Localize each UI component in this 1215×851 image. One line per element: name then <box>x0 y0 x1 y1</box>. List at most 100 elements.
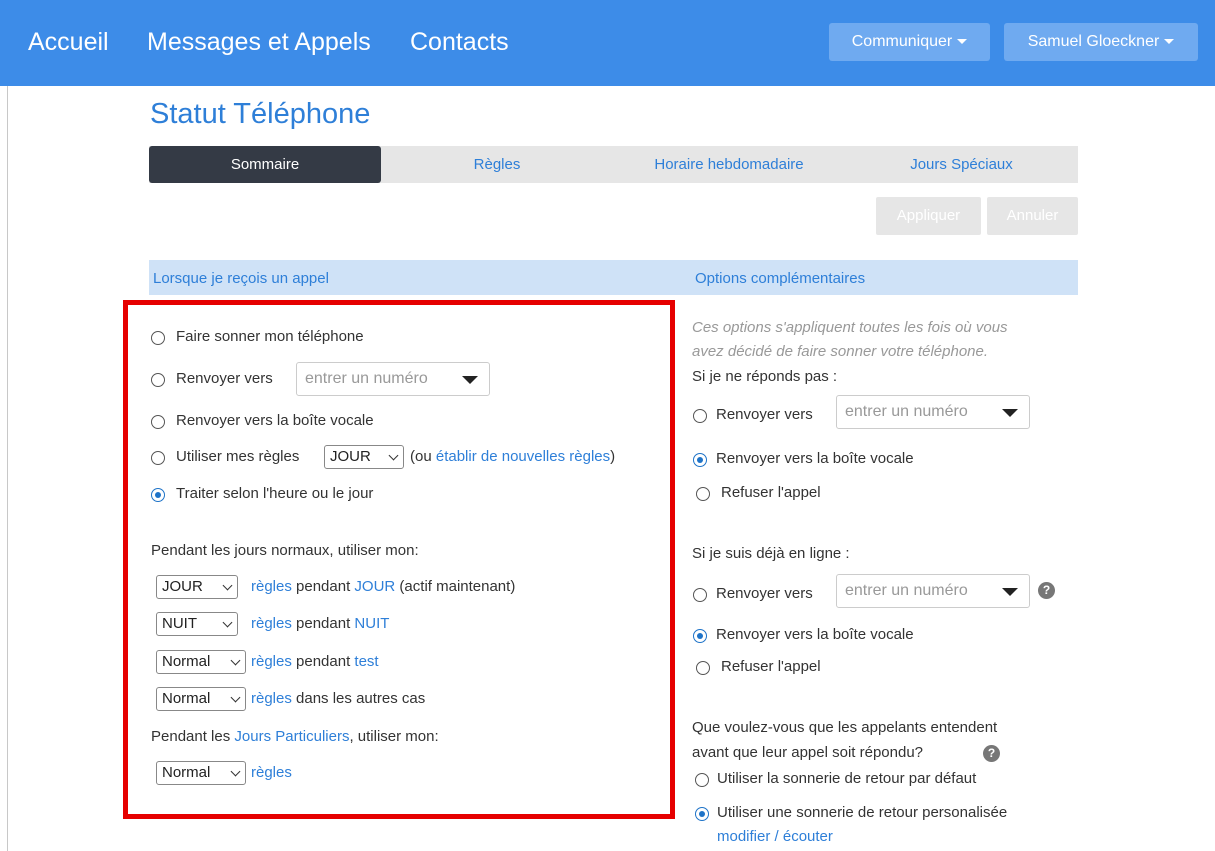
special-days-link[interactable]: Jours Particuliers <box>234 728 349 745</box>
communicate-dropdown[interactable]: Communiquer <box>829 23 990 61</box>
test-rule-select[interactable]: Normal <box>156 650 246 674</box>
rule-row: règles pendant JOUR (actif maintenant) <box>251 578 515 595</box>
chevron-down-icon <box>222 617 233 628</box>
special-suffix: , utiliser mon: <box>349 728 439 745</box>
radio-no-answer-voicemail[interactable] <box>693 453 707 467</box>
help-icon[interactable]: ? <box>983 745 1000 762</box>
forward-to-label: Renvoyer vers <box>716 406 813 423</box>
number-placeholder: entrer un numéro <box>305 370 428 387</box>
apply-button[interactable]: Appliquer <box>876 197 981 235</box>
new-rules-text: (ou établir de nouvelles règles) <box>410 448 615 465</box>
rule-row: règles dans les autres cas <box>251 690 425 707</box>
cancel-button[interactable]: Annuler <box>987 197 1078 235</box>
communicate-label: Communiquer <box>851 33 953 50</box>
chevron-down-icon <box>388 450 399 461</box>
schedule-link[interactable]: JOUR <box>354 578 395 595</box>
modify-listen-link[interactable]: modifier / écouter <box>717 828 833 845</box>
paren-open: (ou <box>410 448 436 465</box>
rules-select[interactable]: JOUR <box>324 445 404 469</box>
nav-messages-link[interactable]: Messages et Appels <box>147 28 371 57</box>
refuse-label: Refuser l'appel <box>721 484 821 501</box>
select-value: NUIT <box>162 615 197 632</box>
rule-row-text: pendant <box>291 615 355 632</box>
voicemail-label: Renvoyer vers la boîte vocale <box>176 412 374 429</box>
busy-label: Si je suis déjà en ligne : <box>692 545 850 562</box>
user-name: Samuel Gloeckner <box>1027 33 1160 50</box>
use-rules-label: Utiliser mes règles <box>176 448 300 465</box>
page-left-border <box>7 86 8 851</box>
rule-row: règles pendant test <box>251 653 379 670</box>
help-icon[interactable]: ? <box>1038 582 1055 599</box>
radio-busy-forward[interactable] <box>693 588 707 602</box>
rule-row-text: pendant <box>291 578 355 595</box>
new-rules-link[interactable]: établir de nouvelles règles <box>436 448 610 465</box>
radio-busy-refuse[interactable] <box>696 661 710 675</box>
rule-row-text: pendant <box>291 653 355 670</box>
chevron-down-icon <box>230 766 241 777</box>
radio-no-answer-refuse[interactable] <box>696 487 710 501</box>
busy-number-dropdown[interactable]: entrer un numéro <box>836 574 1030 608</box>
nav-contacts-link[interactable]: Contacts <box>410 28 509 57</box>
radio-forward-to[interactable] <box>151 373 165 387</box>
voicemail-label: Renvoyer vers la boîte vocale <box>716 450 914 467</box>
rule-row-text: dans les autres cas <box>291 690 426 707</box>
page-title: Statut Téléphone <box>150 98 371 130</box>
select-value: Normal <box>162 653 211 670</box>
caret-down-icon <box>1002 409 1018 417</box>
schedule-link[interactable]: test <box>354 653 378 670</box>
radio-ring-phone[interactable] <box>151 331 165 345</box>
radio-busy-voicemail[interactable] <box>693 629 707 643</box>
special-days-label: Pendant les Jours Particuliers, utiliser… <box>151 728 439 745</box>
tab-special-days[interactable]: Jours Spéciaux <box>845 146 1078 183</box>
select-value: Normal <box>162 690 211 707</box>
nav-home-link[interactable]: Accueil <box>28 28 109 57</box>
radio-use-rules[interactable] <box>151 451 165 465</box>
special-rule-select[interactable]: Normal <box>156 761 246 785</box>
caret-down-icon <box>1002 588 1018 596</box>
forward-number-dropdown[interactable]: entrer un numéro <box>296 362 490 396</box>
top-navbar: Accueil Messages et Appels Contacts Comm… <box>0 0 1215 86</box>
ring-phone-label: Faire sonner mon téléphone <box>176 328 364 345</box>
caret-down-icon <box>462 376 478 384</box>
normal-days-label: Pendant les jours normaux, utiliser mon: <box>151 542 419 559</box>
rules-link[interactable]: règles <box>251 615 292 632</box>
radio-ringback-default[interactable] <box>695 773 709 787</box>
tab-rules[interactable]: Règles <box>381 146 613 183</box>
no-answer-number-dropdown[interactable]: entrer un numéro <box>836 395 1030 429</box>
rules-link[interactable]: règles <box>251 578 292 595</box>
other-rule-select[interactable]: Normal <box>156 687 246 711</box>
ringback-question-line1: Que voulez-vous que les appelants entend… <box>692 719 998 736</box>
rules-link[interactable]: règles <box>251 764 292 781</box>
options-note-line2: avez décidé de faire sonner votre téléph… <box>692 343 989 360</box>
time-based-label: Traiter selon l'heure ou le jour <box>176 485 374 502</box>
radio-voicemail[interactable] <box>151 415 165 429</box>
day-rule-select[interactable]: JOUR <box>156 575 238 599</box>
user-menu-dropdown[interactable]: Samuel Gloeckner <box>1004 23 1198 61</box>
rule-row: règles pendant NUIT <box>251 615 389 632</box>
rule-row-tail: (actif maintenant) <box>395 578 516 595</box>
radio-no-answer-forward[interactable] <box>693 409 707 423</box>
rules-link[interactable]: règles <box>251 690 292 707</box>
caret-down-icon <box>957 39 968 45</box>
radio-time-based[interactable] <box>151 488 165 502</box>
refuse-label: Refuser l'appel <box>721 658 821 675</box>
forward-to-label: Renvoyer vers <box>716 585 813 602</box>
night-rule-select[interactable]: NUIT <box>156 612 238 636</box>
left-section-title: Lorsque je reçois un appel <box>153 270 329 287</box>
options-note-line1: Ces options s'appliquent toutes les fois… <box>692 319 1008 336</box>
radio-ringback-custom[interactable] <box>695 807 709 821</box>
caret-down-icon <box>1164 39 1175 45</box>
chevron-down-icon <box>222 580 233 591</box>
tab-summary[interactable]: Sommaire <box>149 146 381 183</box>
ringback-custom-label: Utiliser une sonnerie de retour personal… <box>717 804 1008 821</box>
schedule-link[interactable]: NUIT <box>354 615 389 632</box>
chevron-down-icon <box>230 655 241 666</box>
tab-weekly-schedule[interactable]: Horaire hebdomadaire <box>613 146 845 183</box>
rules-link[interactable]: règles <box>251 653 292 670</box>
forward-to-label: Renvoyer vers <box>176 370 273 387</box>
special-prefix: Pendant les <box>151 728 235 745</box>
right-section-title: Options complémentaires <box>695 270 866 287</box>
ringback-question-line2: avant que leur appel soit répondu? <box>692 744 924 761</box>
voicemail-label: Renvoyer vers la boîte vocale <box>716 626 914 643</box>
number-placeholder: entrer un numéro <box>845 403 968 420</box>
